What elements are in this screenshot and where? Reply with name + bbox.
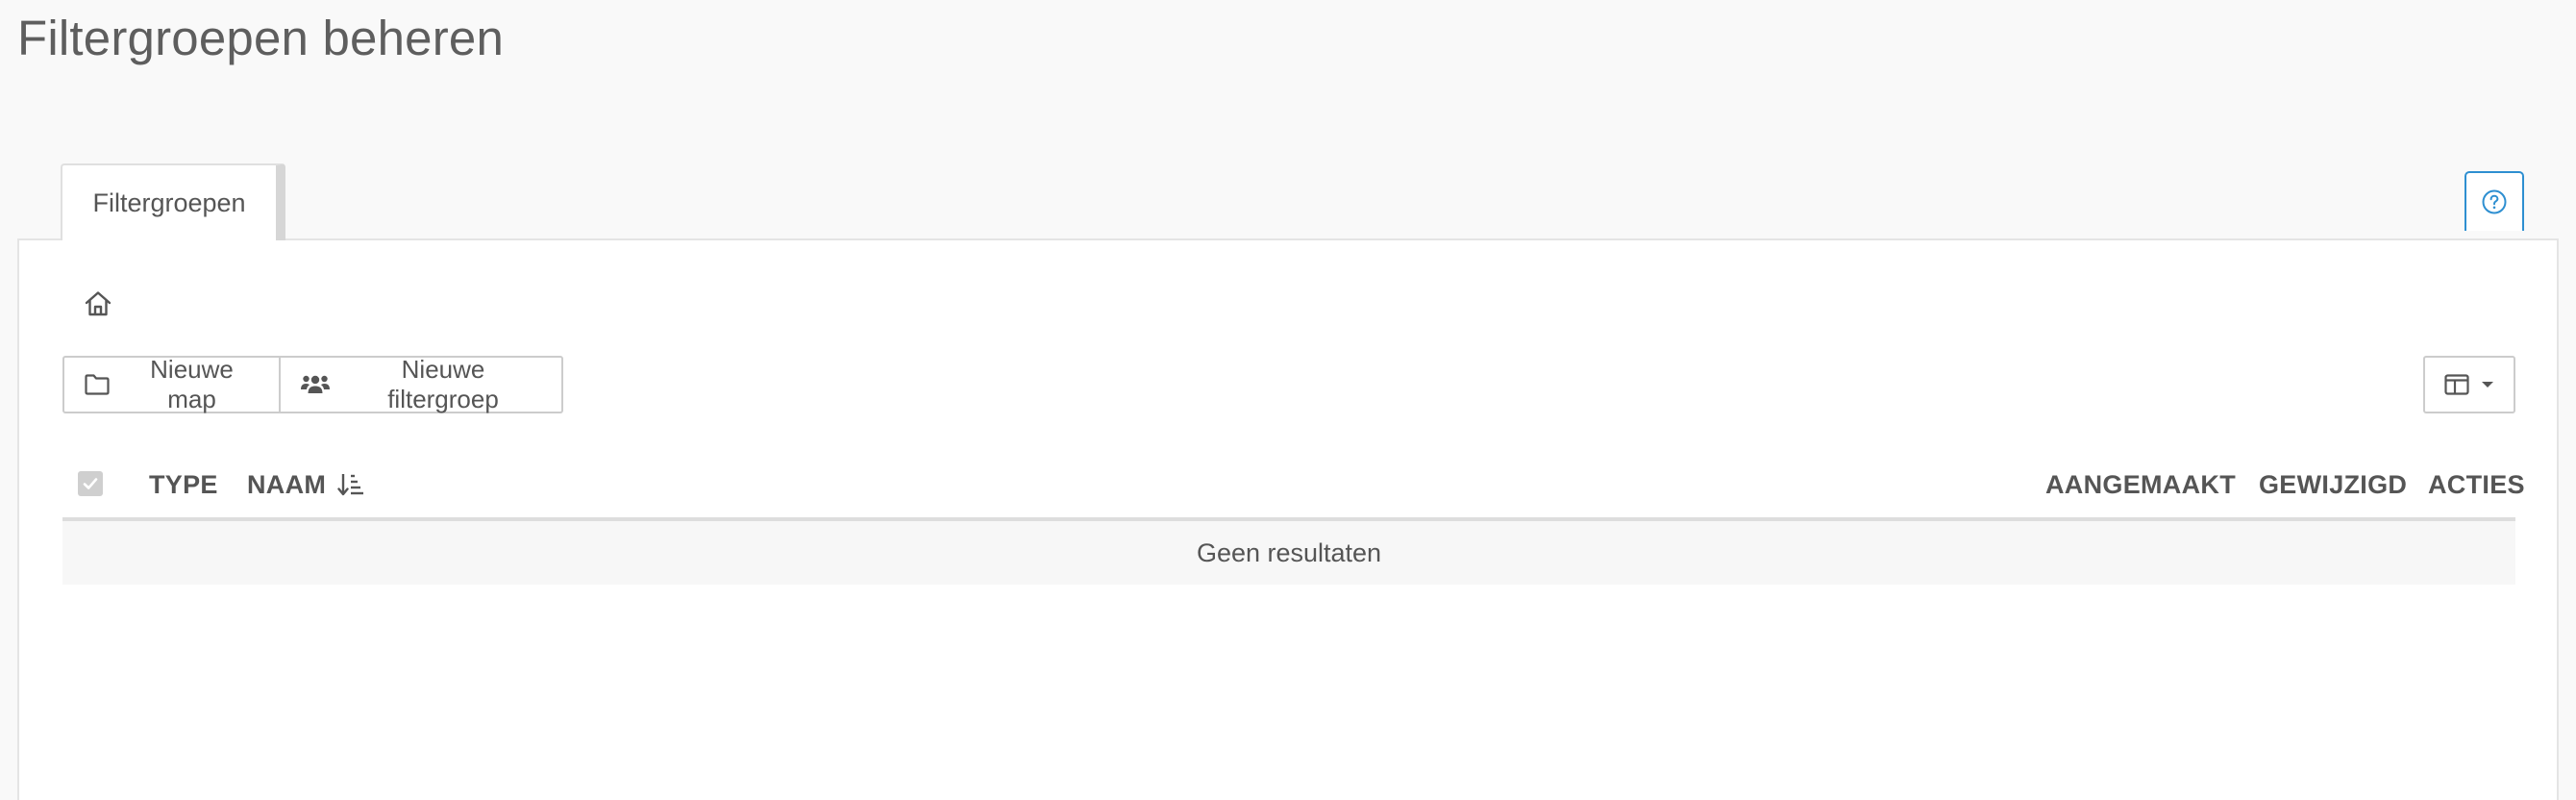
column-header-gewijzigd-label: GEWIJZIGD (2259, 469, 2408, 499)
toolbar-button-group: Nieuwe map Nieuwe filtergroep (62, 355, 563, 413)
column-header-aangemaakt[interactable]: AANGEMAAKT (2045, 452, 2236, 517)
column-header-gewijzigd[interactable]: GEWIJZIGD (2259, 452, 2407, 517)
column-header-naam[interactable]: NAAM (247, 452, 366, 517)
column-header-naam-label: NAAM (247, 469, 327, 499)
chevron-down-icon (2482, 382, 2493, 388)
column-header-type[interactable]: TYPE (149, 452, 218, 517)
folder-icon (84, 373, 111, 396)
new-map-label: Nieuwe map (150, 355, 234, 413)
home-icon (85, 291, 111, 316)
page-title: Filtergroepen beheren (17, 11, 505, 65)
table-header: TYPE NAAM AANGEMAAKT GEWIJZIGD ACTIES (62, 452, 2525, 521)
question-circle-icon (2482, 189, 2507, 214)
users-icon (300, 373, 331, 396)
columns-toggle-button[interactable] (2423, 356, 2515, 413)
sort-ascending-icon (337, 474, 364, 496)
main-panel: Nieuwe map Nieuwe filtergroep TYPE NAAM … (17, 238, 2559, 800)
select-all-checkbox[interactable] (78, 471, 103, 496)
breadcrumb[interactable] (83, 288, 113, 319)
columns-icon (2444, 374, 2469, 395)
column-header-aangemaakt-label: AANGEMAAKT (2045, 469, 2236, 499)
new-map-button[interactable]: Nieuwe map (62, 355, 281, 413)
checkmark-icon (83, 478, 98, 489)
empty-results-message: Geen resultaten (1196, 538, 1382, 567)
column-header-acties: ACTIES (2428, 452, 2525, 517)
tab-label: Filtergroepen (92, 188, 246, 217)
new-filtergroup-label: Nieuwe filtergroep (387, 355, 499, 413)
empty-results-row: Geen resultaten (62, 521, 2515, 585)
column-header-type-label: TYPE (149, 469, 218, 499)
new-filtergroup-button[interactable]: Nieuwe filtergroep (281, 355, 563, 413)
help-button[interactable] (2465, 171, 2524, 231)
column-header-acties-label: ACTIES (2428, 469, 2525, 499)
tab-filtergroepen[interactable]: Filtergroepen (61, 163, 285, 240)
page: Filtergroepen beheren Filtergroepen Nieu… (0, 0, 2576, 800)
